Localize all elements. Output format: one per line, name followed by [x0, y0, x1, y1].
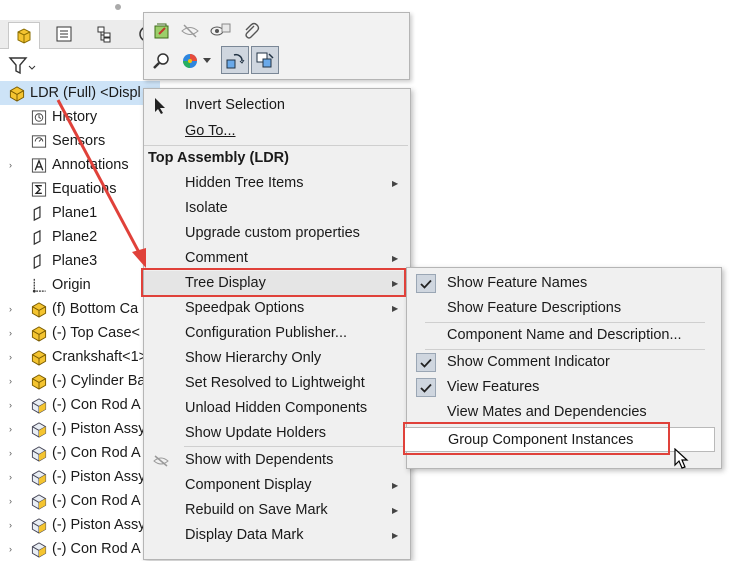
mouse-cursor-icon — [674, 448, 689, 469]
annotation-arrow-icon — [56, 99, 146, 268]
